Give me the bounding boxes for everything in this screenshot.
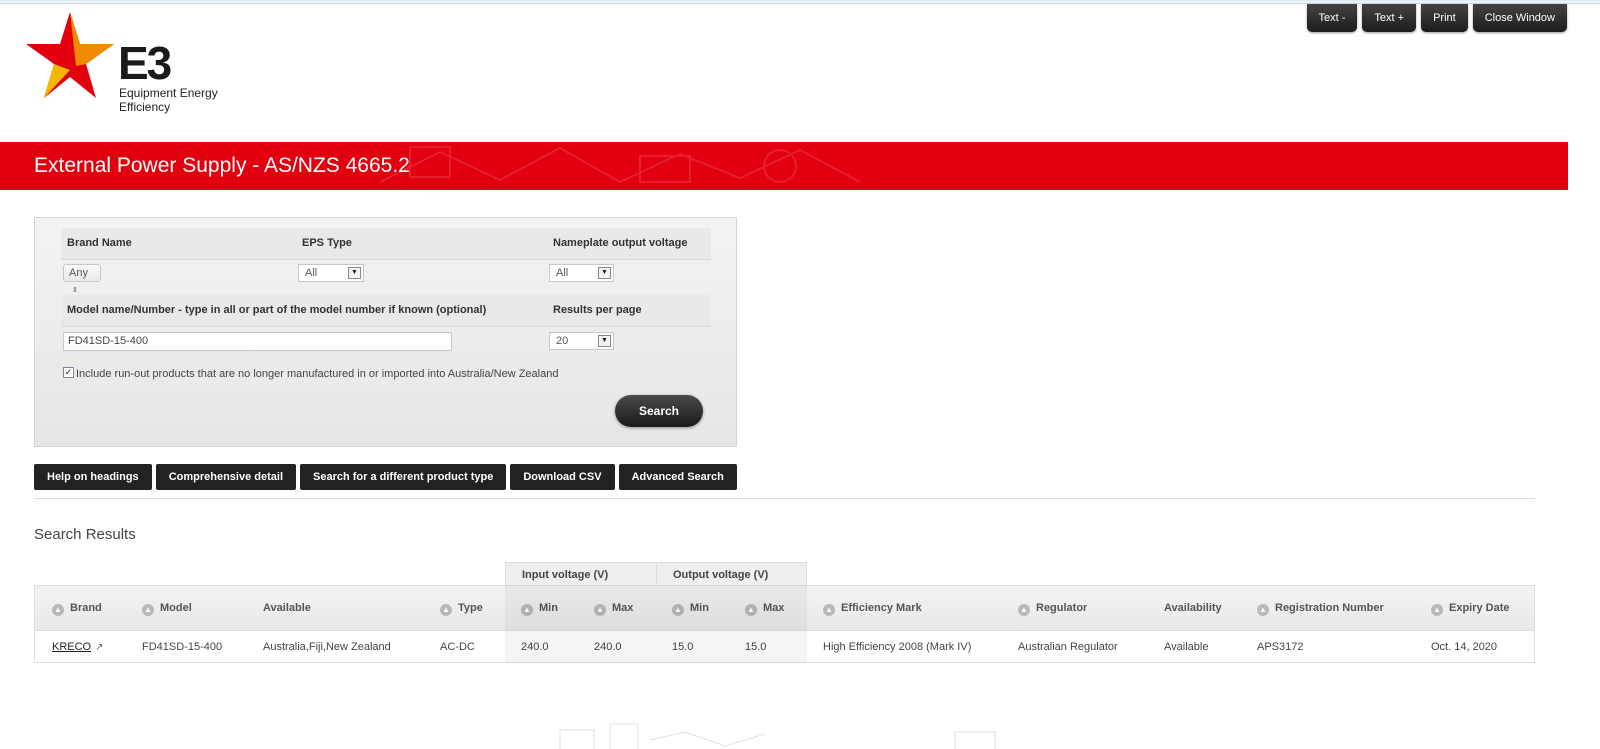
cell-output-max: 15.0 (745, 641, 767, 653)
sort-icon: ▲ (142, 604, 154, 616)
sort-icon: ▲ (823, 604, 835, 616)
search-panel: Brand Name EPS Type Nameplate output vol… (34, 217, 737, 447)
col-type[interactable]: ▲ Type (440, 602, 483, 616)
col-input-max[interactable]: ▲ Max (594, 602, 633, 616)
col-output-max[interactable]: ▲ Max (745, 602, 784, 616)
eps-type-value: All (305, 267, 318, 279)
cell-availability: Available (1164, 641, 1209, 653)
table-row: KRECO ↗ FD41SD-15-400 Australia,Fiji,New … (34, 631, 1535, 663)
cell-regulator: Australian Regulator (1018, 641, 1118, 653)
cell-registration-number: APS3172 (1257, 641, 1304, 653)
cell-expiry-date: Oct. 14, 2020 (1431, 641, 1498, 653)
footer-pattern-icon (559, 723, 996, 749)
cell-model: FD41SD-15-400 (142, 641, 223, 653)
col-efficiency-mark[interactable]: ▲ Efficiency Mark (823, 602, 922, 616)
col-model[interactable]: ▲ Model (142, 602, 192, 616)
advanced-search-button[interactable]: Advanced Search (618, 464, 737, 490)
text-smaller-button[interactable]: Text - (1306, 4, 1358, 32)
results-per-page-value: 20 (556, 335, 569, 347)
output-voltage-group-header: Output voltage (V) (656, 562, 807, 585)
page-title: External Power Supply - AS/NZS 4665.2 (34, 154, 410, 177)
logo-line-2: Efficiency (119, 100, 171, 114)
external-link-icon: ↗ (95, 642, 104, 653)
cell-type: AC-DC (440, 641, 475, 653)
col-input-min[interactable]: ▲ Min (521, 602, 558, 616)
nameplate-voltage-select[interactable]: All ▼ (549, 264, 614, 282)
star-logo-icon (26, 12, 114, 98)
col-expiry-date[interactable]: ▲ Expiry Date (1431, 602, 1510, 616)
divider (34, 498, 1535, 499)
help-on-headings-button[interactable]: Help on headings (34, 464, 152, 490)
sort-icon: ▲ (1257, 604, 1269, 616)
nameplate-voltage-value: All (556, 267, 569, 279)
band-pattern-icon (380, 146, 861, 184)
cell-input-min: 240.0 (521, 641, 549, 653)
page-tools: Text - Text + Print Close Window (1306, 4, 1567, 32)
brand-select-value: Any (69, 267, 88, 279)
col-regulator[interactable]: ▲ Regulator (1018, 602, 1087, 616)
select-arrows-icon: ⇕ (72, 287, 78, 294)
results-table-header: ▲ Brand ▲ Model Available ▲ Type ▲ Min ▲ Max … (34, 585, 1535, 631)
cell-efficiency-mark: High Efficiency 2008 (Mark IV) (823, 641, 972, 653)
sort-icon: ▲ (52, 604, 64, 616)
model-label: Model name/Number - type in all or part … (67, 304, 487, 316)
cell-output-min: 15.0 (672, 641, 694, 653)
results-per-page-select[interactable]: 20 ▼ (549, 332, 614, 350)
include-runout-label: Include run-out products that are no lon… (76, 368, 559, 380)
col-availability: Availability (1164, 602, 1222, 614)
print-button[interactable]: Print (1421, 4, 1468, 32)
eps-type-label: EPS Type (302, 237, 352, 249)
title-band: External Power Supply - AS/NZS 4665.2 (0, 142, 1568, 190)
sort-icon: ▲ (594, 604, 606, 616)
sort-icon: ▲ (672, 604, 684, 616)
different-product-type-button[interactable]: Search for a different product type (300, 464, 507, 490)
nameplate-voltage-label: Nameplate output voltage (553, 237, 688, 249)
include-runout-checkbox[interactable]: ✓ (63, 367, 74, 378)
col-registration-number[interactable]: ▲ Registration Number (1257, 602, 1384, 616)
search-button[interactable]: Search (615, 395, 703, 427)
filter-header-row: Brand Name EPS Type Nameplate output vol… (61, 228, 711, 260)
comprehensive-detail-button[interactable]: Comprehensive detail (155, 464, 297, 490)
model-search-input[interactable]: FD41SD-15-400 (63, 332, 452, 351)
col-available: Available (263, 602, 311, 614)
output-voltage-group-label: Output voltage (V) (673, 569, 769, 581)
e3-logo[interactable]: E3 Equipment Energy Efficiency (24, 10, 234, 120)
download-csv-button[interactable]: Download CSV (510, 464, 615, 490)
model-header-row: Model name/Number - type in all or part … (61, 295, 711, 327)
text-larger-button[interactable]: Text + (1362, 4, 1417, 32)
sort-icon: ▲ (440, 604, 452, 616)
logo-subtitle: Equipment Energy Efficiency (119, 86, 218, 114)
brand-name-label: Brand Name (67, 237, 132, 249)
eps-type-select[interactable]: All ▼ (298, 264, 364, 282)
search-results-heading: Search Results (34, 526, 136, 543)
cell-input-max: 240.0 (594, 641, 622, 653)
input-voltage-group-label: Input voltage (V) (522, 569, 609, 581)
logo-mark: E3 (118, 37, 172, 89)
cell-available: Australia,Fiji,New Zealand (263, 641, 391, 653)
chevron-down-icon: ▼ (598, 267, 611, 279)
sort-icon: ▲ (1018, 604, 1030, 616)
col-output-min[interactable]: ▲ Min (672, 602, 709, 616)
col-brand[interactable]: ▲ Brand (52, 602, 102, 616)
chevron-down-icon: ▼ (348, 267, 361, 279)
input-voltage-group-header: Input voltage (V) (505, 562, 657, 585)
action-bar: Help on headings Comprehensive detail Se… (34, 464, 737, 490)
results-per-page-label: Results per page (553, 304, 642, 316)
sort-icon: ▲ (1431, 604, 1443, 616)
sort-icon: ▲ (521, 604, 533, 616)
cell-brand[interactable]: KRECO ↗ (52, 641, 104, 653)
logo-line-1: Equipment Energy (119, 86, 218, 100)
chevron-down-icon: ▼ (598, 335, 611, 347)
brand-select[interactable]: Any ⇕ (63, 264, 101, 294)
brand-link[interactable]: KRECO (52, 641, 91, 653)
close-window-button[interactable]: Close Window (1472, 4, 1567, 32)
sort-icon: ▲ (745, 604, 757, 616)
